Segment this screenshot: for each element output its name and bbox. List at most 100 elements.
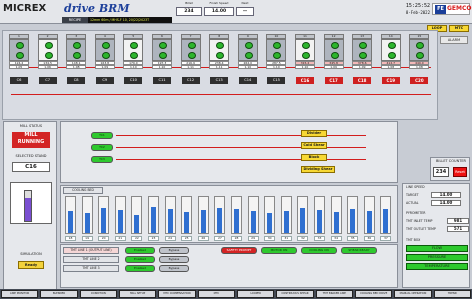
- stand[interactable]: 13 378.6 1.09: [352, 34, 373, 72]
- cooling-bar: [98, 196, 110, 234]
- cooling-bar-label: 37: [380, 236, 392, 241]
- app-logo: MICREX: [3, 3, 47, 14]
- footer-button[interactable]: TREND: [433, 290, 471, 298]
- stand[interactable]: 3 148.1 1.08: [66, 34, 87, 72]
- pyrometer-label: PYROMETER: [406, 211, 426, 215]
- footer-button[interactable]: CONTINUOUS SHEAR: [276, 290, 314, 298]
- stand-body: [352, 39, 373, 61]
- cooling-bar: [231, 196, 242, 234]
- tmt-line-2-tab[interactable]: TMT LINE 2: [63, 256, 119, 263]
- footer-button[interactable]: LOOPER: [237, 290, 275, 298]
- tmt-3-bypass[interactable]: Bypass: [159, 265, 189, 272]
- next-field[interactable]: —: [236, 7, 254, 16]
- billet-label: Billet: [185, 1, 193, 5]
- stand-label: C13: [210, 77, 229, 84]
- stand-ratio: 1.08: [66, 65, 87, 69]
- footer-button[interactable]: MILL SETUP: [119, 290, 157, 298]
- footer-button[interactable]: CONDITION: [79, 290, 117, 298]
- tc2-status[interactable]: TC2: [91, 144, 113, 151]
- tmt-line-3-tab[interactable]: TMT LINE 3: [63, 265, 119, 272]
- recipe-value[interactable]: 12mm 60m / MHS-F 10, 20/22/2023T: [88, 17, 172, 23]
- tmt-outlet-value: 571: [447, 226, 469, 232]
- roll-icon: [44, 42, 53, 49]
- footer-button[interactable]: LINE MONITOR: [1, 290, 39, 298]
- tmt-line-1-tab[interactable]: TMT LINE 1 (OUTPUT LINE): [63, 247, 119, 254]
- stand-body: [152, 39, 172, 61]
- stand-label-red: C20: [410, 77, 429, 84]
- stand-ratio: 1.05: [9, 65, 29, 69]
- cooling-bar-fill: [267, 213, 273, 233]
- stand[interactable]: 15 449.0 1.08: [409, 34, 430, 72]
- stand[interactable]: 1 124.2 1.05: [9, 34, 29, 72]
- cooling-bar-label: 21: [114, 236, 126, 241]
- billet-counter-value: 234: [433, 167, 449, 177]
- selected-stand-value[interactable]: C16: [12, 162, 50, 172]
- cooling-bar-label: 36: [363, 236, 375, 241]
- stand-body: [66, 39, 87, 61]
- tc3-status[interactable]: TC3: [91, 156, 113, 163]
- block-button[interactable]: Block: [301, 154, 327, 161]
- tmt-1-bypass[interactable]: Bypass: [159, 247, 189, 254]
- right-panel: LINE SPEED TARGET 14.00 ACTUAL 14.00 PYR…: [402, 183, 470, 288]
- stand-label-red: C18: [353, 77, 372, 84]
- footer-button[interactable]: MTC: [197, 290, 235, 298]
- footer-button[interactable]: BLENDER: [40, 290, 78, 298]
- tmt-1-enabled[interactable]: Enabled: [125, 247, 155, 254]
- stand[interactable]: 10 287.5 1.10: [266, 34, 287, 72]
- tmt-3-enabled[interactable]: Enabled: [125, 265, 155, 272]
- stand-body: [94, 39, 115, 61]
- roll-icon: [273, 52, 282, 59]
- tc1-status[interactable]: TC1: [91, 132, 113, 139]
- cooling-bar-label: 31: [280, 236, 292, 241]
- footer-button[interactable]: COOLING BED DRIVE: [355, 290, 393, 298]
- cooling-bed-panel: COOLING BED 18 19 20 21 22 23 24 25 26 27 28 29 30 31…: [60, 185, 398, 243]
- roll-icon: [159, 42, 167, 49]
- gauge-fill: [25, 197, 31, 221]
- dividing-shear-button[interactable]: Dividing Shear: [301, 166, 335, 173]
- roll-icon: [359, 52, 368, 59]
- conveyor-line-1: [116, 135, 366, 136]
- billet-field[interactable]: 234: [176, 7, 202, 16]
- finish-speed-field[interactable]: 14.00: [204, 7, 234, 16]
- stand[interactable]: 11 315.2 1.10: [295, 34, 315, 72]
- stand[interactable]: 8 238.4 1.11: [209, 34, 230, 72]
- stand[interactable]: 2 134.5 1.06: [37, 34, 58, 72]
- stand-ratio: 1.10: [295, 65, 315, 69]
- stand[interactable]: 5 179.0 1.10: [123, 34, 144, 72]
- tmt-2-enabled[interactable]: Enabled: [125, 256, 155, 263]
- cooling-bar-label: 32: [297, 236, 309, 241]
- stand[interactable]: 12 345.8 1.09: [323, 34, 344, 72]
- footer-button[interactable]: TMT BRAKER LINE: [315, 290, 353, 298]
- billet-counter-reset[interactable]: Reset: [453, 167, 467, 177]
- cooling-bar-label: 22: [131, 236, 143, 241]
- stand[interactable]: 14 412.7 1.08: [380, 34, 401, 72]
- alarm-button[interactable]: ALARM: [440, 36, 468, 44]
- next-label: Next: [241, 1, 249, 5]
- divider-button[interactable]: Divider: [301, 130, 327, 137]
- cooling-bar-fill: [184, 212, 190, 233]
- line-speed-label: LINE SPEED: [406, 185, 425, 189]
- cooling-bar-label: 25: [181, 236, 193, 241]
- cooling-bar: [314, 196, 325, 234]
- cooling-bar-fill: [234, 209, 239, 233]
- cooling-bar: [197, 196, 209, 234]
- footer-button[interactable]: MANUAL OPERATION: [394, 290, 432, 298]
- stand[interactable]: 4 163.8 1.09: [94, 34, 115, 72]
- brand-text: GEMCO: [447, 5, 472, 12]
- mtc-button[interactable]: MTC: [449, 25, 469, 32]
- cooling-bar-label: 35: [347, 236, 359, 241]
- cooling-bar-label: 33: [314, 236, 325, 241]
- cold-shear-button[interactable]: Cold Shear: [301, 142, 327, 149]
- stand[interactable]: 7 216.9 1.11: [180, 34, 201, 72]
- roll-icon: [244, 52, 253, 59]
- conveyor-panel: TC1 TC2 TC3 Divider Cold Shear Block Div…: [60, 121, 398, 183]
- stand-ratio: 1.10: [123, 65, 144, 69]
- stand[interactable]: 6 197.3 1.10: [152, 34, 172, 72]
- cooling-bar: [363, 196, 375, 234]
- stand-body: [37, 39, 58, 61]
- stand[interactable]: 9 262.0 1.10: [237, 34, 258, 72]
- footer-button[interactable]: MTC COMPENSATION: [158, 290, 196, 298]
- ready-button[interactable]: Ready: [18, 261, 44, 269]
- tmt-2-bypass[interactable]: Bypass: [159, 256, 189, 263]
- date: 8-Feb-2022: [405, 10, 430, 15]
